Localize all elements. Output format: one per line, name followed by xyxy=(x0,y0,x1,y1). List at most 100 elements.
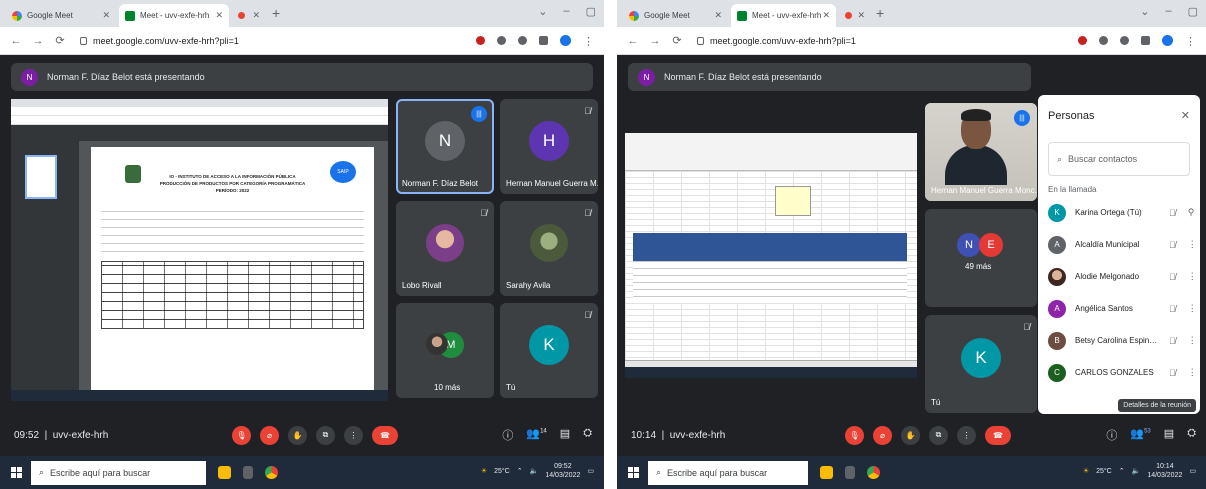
chrome-icon[interactable] xyxy=(265,466,278,479)
participant-row[interactable]: C CARLOS GONZALES 🎙̸ ⋮ xyxy=(1038,357,1200,388)
participant-row[interactable]: B Betsy Carolina Espinoza... 🎙̸ ⋮ xyxy=(1038,325,1200,356)
more-participants-tile[interactable]: M 10 más xyxy=(396,303,494,398)
participant-row[interactable]: A Alcaldía Municipal 🎙̸ ⋮ xyxy=(1038,229,1200,260)
people-icon[interactable]: 👥14 xyxy=(526,427,546,443)
participant-row[interactable]: Alodie Melgonado 🎙̸ ⋮ xyxy=(1038,261,1200,292)
notifications-icon[interactable]: ▭ xyxy=(587,467,594,475)
task-view-icon[interactable] xyxy=(243,466,253,479)
taskbar-search[interactable]: ⌕ Escribe aquí para buscar xyxy=(31,460,206,485)
mic-off-button[interactable]: 🎙 xyxy=(232,425,251,445)
participant-row[interactable]: K Karina Ortega (Tú) 🎙̸ ⚲ xyxy=(1038,197,1200,228)
mic-off-icon[interactable]: 🎙̸ xyxy=(1169,304,1176,314)
forward-icon[interactable]: → xyxy=(32,35,44,47)
notifications-icon[interactable]: ▭ xyxy=(1189,467,1196,475)
new-tab-icon[interactable]: + xyxy=(876,5,884,21)
mic-off-button[interactable]: 🎙 xyxy=(845,425,864,445)
chevron-down-icon[interactable]: ⌄ xyxy=(1140,5,1149,18)
activities-icon[interactable]: ⛭ xyxy=(1187,427,1196,443)
share-icon[interactable] xyxy=(1099,36,1108,45)
raise-hand-button[interactable]: ✋ xyxy=(901,425,920,445)
more-options-button[interactable]: ⋮ xyxy=(344,425,363,445)
new-tab-icon[interactable]: + xyxy=(272,5,280,21)
participant-tile[interactable]: ||| Hernan Manuel Guerra Monc... xyxy=(925,103,1037,201)
windows-start-icon[interactable] xyxy=(11,467,22,478)
minimize-icon[interactable]: – xyxy=(563,5,569,18)
people-icon[interactable]: 👥53 xyxy=(1130,427,1150,443)
extension-icon[interactable] xyxy=(476,36,485,45)
taskbar-clock[interactable]: 10:14 14/03/2022 xyxy=(1147,462,1182,480)
self-tile[interactable]: K 🎙̸ Tú xyxy=(925,315,1037,413)
close-icon[interactable]: ✕ xyxy=(822,10,830,21)
participant-tile[interactable]: 🎙̸ Lobo Rivall xyxy=(396,201,494,296)
close-icon[interactable]: ✕ xyxy=(857,10,865,21)
leave-call-button[interactable]: ☎ xyxy=(372,425,398,445)
tab-meet[interactable]: Meet - uvv-exfe-hrh ✕ xyxy=(119,4,229,27)
mic-off-icon[interactable]: 🎙̸ xyxy=(1169,208,1176,218)
reload-icon[interactable]: ⟳ xyxy=(671,34,683,47)
close-icon[interactable]: ✕ xyxy=(1181,109,1190,122)
participant-tile[interactable]: H 🎙̸ Hernan Manuel Guerra M... xyxy=(500,99,598,194)
tab-recording[interactable]: ✕ xyxy=(232,4,266,27)
minimize-icon[interactable]: – xyxy=(1165,5,1171,18)
activities-icon[interactable]: ⛭ xyxy=(583,427,592,443)
kebab-menu-icon[interactable]: ⋮ xyxy=(1188,239,1197,250)
url-field[interactable]: meet.google.com/uvv-exfe-hrh?pli=1 xyxy=(710,36,856,46)
taskbar-search[interactable]: ⌕ Escribe aquí para buscar xyxy=(648,460,808,485)
participant-tile[interactable]: 🎙̸ Sarahy Avila xyxy=(500,201,598,296)
kebab-menu-icon[interactable]: ⋮ xyxy=(1188,303,1197,314)
chrome-icon[interactable] xyxy=(867,466,880,479)
participant-row[interactable]: A Angélica Santos 🎙̸ ⋮ xyxy=(1038,293,1200,324)
tab-google-meet[interactable]: Google Meet ✕ xyxy=(623,4,728,27)
close-icon[interactable]: ✕ xyxy=(215,10,223,21)
taskbar-clock[interactable]: 09:52 14/03/2022 xyxy=(545,462,580,480)
camera-off-button[interactable]: ⌀ xyxy=(260,425,279,445)
mic-off-icon[interactable]: 🎙̸ xyxy=(1169,240,1176,250)
info-icon[interactable]: ⓘ xyxy=(502,427,513,443)
camera-off-button[interactable]: ⌀ xyxy=(873,425,892,445)
star-icon[interactable] xyxy=(518,36,527,45)
url-field[interactable]: meet.google.com/uvv-exfe-hrh?pli=1 xyxy=(93,36,239,46)
sidepanel-icon[interactable] xyxy=(1141,36,1150,45)
chevron-down-icon[interactable]: ⌄ xyxy=(538,5,547,18)
leave-call-button[interactable]: ☎ xyxy=(985,425,1011,445)
extension-icon[interactable] xyxy=(1078,36,1087,45)
profile-avatar[interactable] xyxy=(560,35,571,46)
mic-off-icon[interactable]: 🎙̸ xyxy=(1169,368,1176,378)
info-icon[interactable]: ⓘ xyxy=(1106,427,1117,443)
raise-hand-button[interactable]: ✋ xyxy=(288,425,307,445)
forward-icon[interactable]: → xyxy=(649,35,661,47)
reload-icon[interactable]: ⟳ xyxy=(54,34,66,47)
chat-icon[interactable]: ▤ xyxy=(1164,427,1174,443)
self-tile[interactable]: K 🎙̸ Tú xyxy=(500,303,598,398)
close-icon[interactable]: ✕ xyxy=(102,10,110,21)
more-options-button[interactable]: ⋮ xyxy=(957,425,976,445)
share-icon[interactable] xyxy=(497,36,506,45)
kebab-menu-icon[interactable]: ⋮ xyxy=(1188,367,1197,378)
present-button[interactable]: ⧉ xyxy=(929,425,948,445)
profile-avatar[interactable] xyxy=(1162,35,1173,46)
tab-google-meet[interactable]: Google Meet ✕ xyxy=(6,4,116,27)
sidepanel-icon[interactable] xyxy=(539,36,548,45)
close-icon[interactable]: ✕ xyxy=(252,10,260,21)
maximize-icon[interactable]: ▢ xyxy=(586,5,596,18)
maximize-icon[interactable]: ▢ xyxy=(1188,5,1198,18)
mic-off-icon[interactable]: 🎙̸ xyxy=(1169,336,1176,346)
cortana-icon[interactable] xyxy=(218,466,231,479)
back-icon[interactable]: ← xyxy=(10,35,22,47)
tab-meet[interactable]: Meet - uvv-exfe-hrh ✕ xyxy=(731,4,836,27)
more-participants-tile[interactable]: N E 49 más xyxy=(925,209,1037,307)
participant-tile[interactable]: N ||| Norman F. Díaz Belot xyxy=(396,99,494,194)
people-search-input[interactable]: ⌕ Buscar contactos xyxy=(1048,142,1190,176)
present-button[interactable]: ⧉ xyxy=(316,425,335,445)
windows-start-icon[interactable] xyxy=(628,467,639,478)
chat-icon[interactable]: ▤ xyxy=(560,427,570,443)
cortana-icon[interactable] xyxy=(820,466,833,479)
mic-off-icon[interactable]: 🎙̸ xyxy=(1169,272,1176,282)
kebab-menu-icon[interactable]: ⋮ xyxy=(583,35,594,48)
back-icon[interactable]: ← xyxy=(627,35,639,47)
close-icon[interactable]: ✕ xyxy=(714,10,722,21)
tab-recording[interactable]: ✕ xyxy=(839,4,871,27)
star-icon[interactable] xyxy=(1120,36,1129,45)
kebab-menu-icon[interactable]: ⋮ xyxy=(1185,35,1196,48)
kebab-menu-icon[interactable]: ⋮ xyxy=(1188,335,1197,346)
